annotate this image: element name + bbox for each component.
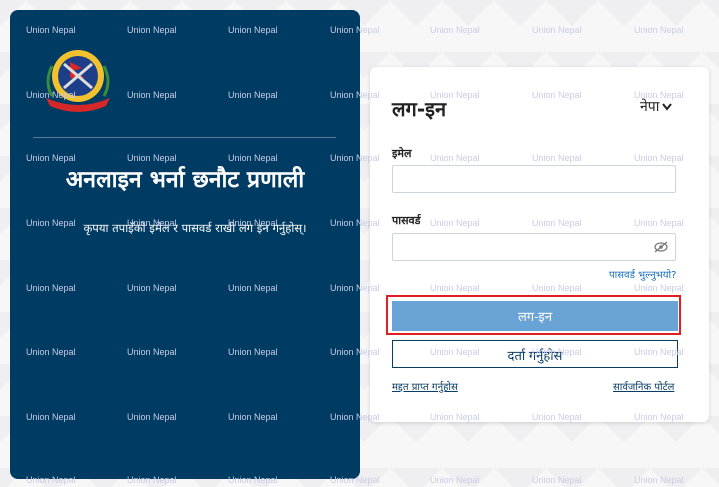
watermark-text: Union Nepal [228,25,278,35]
watermark-text: Union Nepal [26,475,76,485]
watermark-text: Union Nepal [634,412,684,422]
watermark-text: Union Nepal [330,283,380,293]
watermark-text: Union Nepal [532,153,582,163]
watermark-text: Union Nepal [330,347,380,357]
watermark-text: Union Nepal [634,25,684,35]
watermark-text: Union Nepal [532,347,582,357]
watermark-text: Union Nepal [127,347,177,357]
watermark-text: Union Nepal [532,283,582,293]
watermark-text: Union Nepal [330,25,380,35]
watermark-text: Union Nepal [228,90,278,100]
watermark-text: Union Nepal [634,153,684,163]
watermark-text: Union Nepal [532,218,582,228]
watermark-text: Union Nepal [634,283,684,293]
watermark-text: Union Nepal [430,218,480,228]
watermark-text: Union Nepal [430,283,480,293]
watermark-text: Union Nepal [532,412,582,422]
watermark-text: Union Nepal [127,475,177,485]
watermark-text: Union Nepal [228,347,278,357]
watermark-text: Union Nepal [330,90,380,100]
watermark-text: Union Nepal [430,25,480,35]
watermark-text: Union Nepal [228,218,278,228]
watermark-text: Union Nepal [430,153,480,163]
watermark-text: Union Nepal [330,218,380,228]
watermark-text: Union Nepal [634,218,684,228]
watermark-text: Union Nepal [228,412,278,422]
watermark-text: Union Nepal [26,153,76,163]
watermark-text: Union Nepal [532,90,582,100]
watermark-text: Union Nepal [430,475,480,485]
watermark-text: Union Nepal [127,283,177,293]
watermark-text: Union Nepal [26,25,76,35]
watermark-text: Union Nepal [430,347,480,357]
watermark-text: Union Nepal [330,412,380,422]
watermark-text: Union Nepal [26,218,76,228]
watermark-text: Union Nepal [26,283,76,293]
watermark-text: Union Nepal [228,475,278,485]
watermark-text: Union Nepal [430,90,480,100]
watermark-text: Union Nepal [26,347,76,357]
watermark-text: Union Nepal [26,90,76,100]
watermark-text: Union Nepal [634,475,684,485]
watermark-text: Union Nepal [228,283,278,293]
watermark-text: Union Nepal [330,153,380,163]
watermark-text: Union Nepal [127,153,177,163]
watermark-text: Union Nepal [532,475,582,485]
watermark-text: Union Nepal [634,90,684,100]
watermark-text: Union Nepal [127,90,177,100]
watermark-text: Union Nepal [430,412,480,422]
watermark-text: Union Nepal [26,412,76,422]
watermark-text: Union Nepal [330,475,380,485]
watermark-text: Union Nepal [127,25,177,35]
watermark-text: Union Nepal [532,25,582,35]
watermark-text: Union Nepal [228,153,278,163]
watermark-text: Union Nepal [127,412,177,422]
watermark-layer: Union Nepal Union Nepal Union Nepal Union N… [0,0,719,487]
watermark-text: Union Nepal [127,218,177,228]
watermark-text: Union Nepal [634,347,684,357]
